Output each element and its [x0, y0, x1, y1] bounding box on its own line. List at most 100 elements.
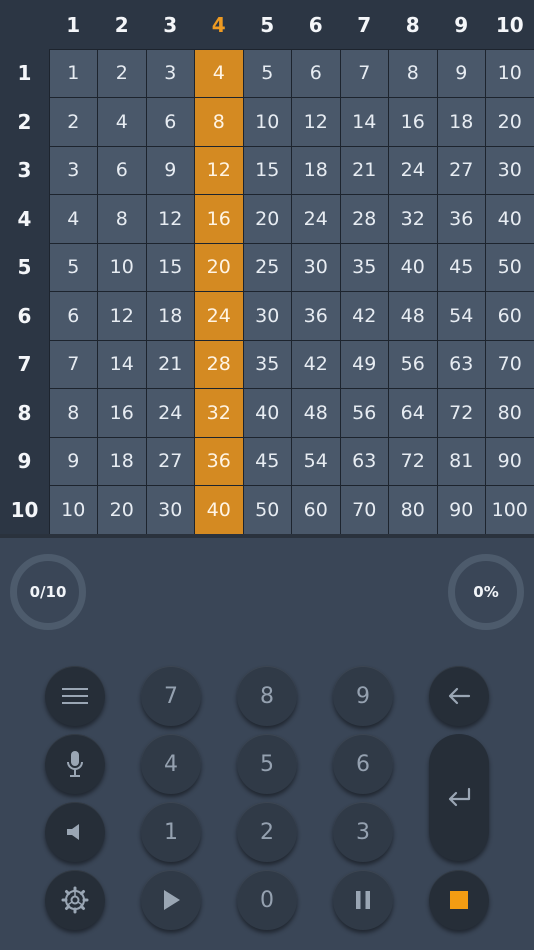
row-header-3[interactable]: 3	[0, 146, 49, 195]
table-cell[interactable]: 27	[437, 146, 485, 194]
column-header-5[interactable]: 5	[243, 0, 292, 49]
table-cell[interactable]: 18	[437, 98, 485, 146]
table-cell[interactable]: 42	[292, 340, 340, 388]
row-header-8[interactable]: 8	[0, 389, 49, 438]
table-cell[interactable]: 10	[98, 243, 146, 291]
table-cell[interactable]: 14	[340, 98, 388, 146]
row-header-2[interactable]: 2	[0, 98, 49, 147]
table-cell[interactable]: 15	[243, 146, 291, 194]
table-cell[interactable]: 6	[49, 292, 97, 340]
table-cell[interactable]: 6	[98, 146, 146, 194]
digit-2-button[interactable]: 2	[237, 802, 297, 862]
row-header-1[interactable]: 1	[0, 49, 49, 98]
menu-button[interactable]	[45, 666, 105, 726]
digit-4-button[interactable]: 4	[141, 734, 201, 794]
digit-8-button[interactable]: 8	[237, 666, 297, 726]
table-cell[interactable]: 24	[146, 389, 194, 437]
table-cell[interactable]: 9	[437, 49, 485, 97]
table-cell[interactable]: 8	[49, 389, 97, 437]
table-cell[interactable]: 10	[243, 98, 291, 146]
enter-button[interactable]	[429, 734, 489, 861]
column-header-3[interactable]: 3	[146, 0, 195, 49]
digit-7-button[interactable]: 7	[141, 666, 201, 726]
table-cell[interactable]: 21	[340, 146, 388, 194]
column-header-9[interactable]: 9	[437, 0, 486, 49]
microphone-button[interactable]	[45, 734, 105, 794]
table-cell[interactable]: 8	[389, 49, 437, 97]
table-cell[interactable]: 36	[292, 292, 340, 340]
column-header-6[interactable]: 6	[292, 0, 341, 49]
table-cell[interactable]: 80	[486, 389, 534, 437]
table-cell[interactable]: 18	[292, 146, 340, 194]
table-cell[interactable]: 3	[146, 49, 194, 97]
row-header-10[interactable]: 10	[0, 486, 49, 535]
table-cell[interactable]: 28	[340, 195, 388, 243]
table-cell[interactable]: 10	[49, 486, 97, 534]
table-cell[interactable]: 48	[292, 389, 340, 437]
table-cell[interactable]: 35	[243, 340, 291, 388]
table-cell[interactable]: 4	[195, 49, 243, 97]
table-cell[interactable]: 10	[486, 49, 534, 97]
column-header-2[interactable]: 2	[98, 0, 147, 49]
table-cell[interactable]: 18	[98, 437, 146, 485]
table-cell[interactable]: 7	[49, 340, 97, 388]
table-cell[interactable]: 20	[98, 486, 146, 534]
table-cell[interactable]: 16	[98, 389, 146, 437]
stop-button[interactable]	[429, 870, 489, 930]
digit-6-button[interactable]: 6	[333, 734, 393, 794]
table-cell[interactable]: 63	[437, 340, 485, 388]
table-cell[interactable]: 50	[243, 486, 291, 534]
table-cell[interactable]: 30	[243, 292, 291, 340]
table-cell[interactable]: 25	[243, 243, 291, 291]
row-header-7[interactable]: 7	[0, 340, 49, 389]
row-header-9[interactable]: 9	[0, 437, 49, 486]
table-cell[interactable]: 72	[389, 437, 437, 485]
table-cell[interactable]: 2	[98, 49, 146, 97]
table-cell[interactable]: 20	[195, 243, 243, 291]
table-cell[interactable]: 30	[146, 486, 194, 534]
table-cell[interactable]: 60	[292, 486, 340, 534]
table-cell[interactable]: 14	[98, 340, 146, 388]
table-cell[interactable]: 40	[243, 389, 291, 437]
table-cell[interactable]: 100	[486, 486, 534, 534]
table-cell[interactable]: 70	[340, 486, 388, 534]
column-header-8[interactable]: 8	[389, 0, 438, 49]
table-cell[interactable]: 12	[98, 292, 146, 340]
table-cell[interactable]: 12	[195, 146, 243, 194]
table-cell[interactable]: 20	[486, 98, 534, 146]
table-cell[interactable]: 3	[49, 146, 97, 194]
table-cell[interactable]: 8	[98, 195, 146, 243]
table-cell[interactable]: 5	[243, 49, 291, 97]
table-cell[interactable]: 64	[389, 389, 437, 437]
table-cell[interactable]: 20	[243, 195, 291, 243]
table-cell[interactable]: 45	[437, 243, 485, 291]
digit-3-button[interactable]: 3	[333, 802, 393, 862]
table-cell[interactable]: 40	[195, 486, 243, 534]
table-cell[interactable]: 24	[389, 146, 437, 194]
backspace-button[interactable]	[429, 666, 489, 726]
table-cell[interactable]: 6	[292, 49, 340, 97]
table-cell[interactable]: 70	[486, 340, 534, 388]
digit-9-button[interactable]: 9	[333, 666, 393, 726]
table-cell[interactable]: 36	[437, 195, 485, 243]
table-cell[interactable]: 15	[146, 243, 194, 291]
table-cell[interactable]: 28	[195, 340, 243, 388]
table-cell[interactable]: 5	[49, 243, 97, 291]
table-cell[interactable]: 21	[146, 340, 194, 388]
table-cell[interactable]: 2	[49, 98, 97, 146]
table-cell[interactable]: 72	[437, 389, 485, 437]
table-cell[interactable]: 16	[195, 195, 243, 243]
table-cell[interactable]: 54	[292, 437, 340, 485]
table-cell[interactable]: 8	[195, 98, 243, 146]
column-header-4[interactable]: 4	[195, 0, 244, 49]
table-cell[interactable]: 32	[195, 389, 243, 437]
table-cell[interactable]: 40	[389, 243, 437, 291]
table-cell[interactable]: 12	[292, 98, 340, 146]
table-cell[interactable]: 60	[486, 292, 534, 340]
column-header-7[interactable]: 7	[340, 0, 389, 49]
table-cell[interactable]: 35	[340, 243, 388, 291]
table-cell[interactable]: 18	[146, 292, 194, 340]
column-header-1[interactable]: 1	[49, 0, 98, 49]
row-header-4[interactable]: 4	[0, 195, 49, 244]
digit-1-button[interactable]: 1	[141, 802, 201, 862]
